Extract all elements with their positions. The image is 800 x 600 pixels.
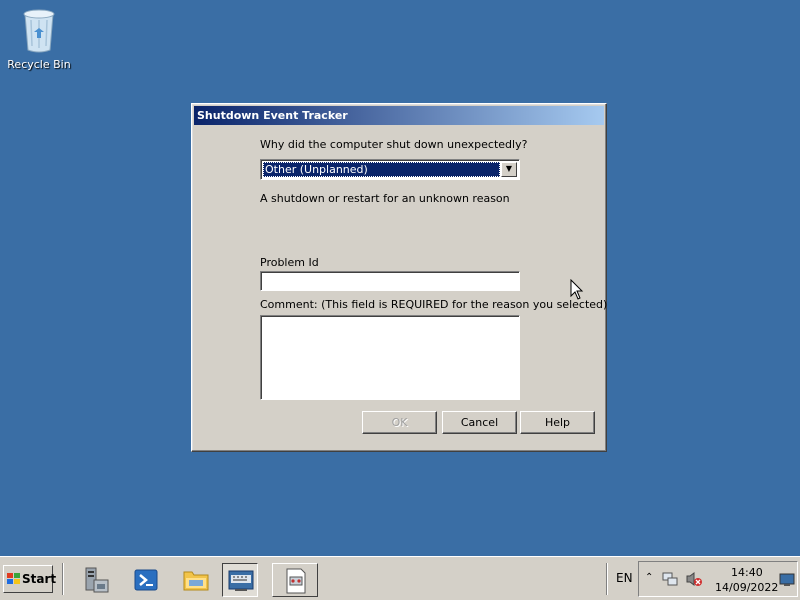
taskbar-separator bbox=[62, 563, 64, 595]
start-label: Start bbox=[22, 572, 57, 586]
comment-textarea[interactable] bbox=[260, 315, 520, 400]
chevron-down-icon[interactable]: ▼ bbox=[501, 162, 517, 177]
keyboard-window-icon[interactable] bbox=[222, 563, 258, 597]
recycle-bin-label: Recycle Bin bbox=[7, 58, 71, 71]
cancel-button[interactable]: Cancel bbox=[442, 411, 517, 434]
system-tray: ⌃ 14:40 14/09/2022 bbox=[638, 561, 798, 597]
problem-id-label: Problem Id bbox=[260, 256, 319, 269]
server-manager-icon[interactable] bbox=[78, 563, 114, 597]
dialog-title[interactable]: Shutdown Event Tracker bbox=[194, 106, 604, 125]
language-indicator[interactable]: EN bbox=[616, 571, 633, 585]
event-tracker-icon[interactable] bbox=[272, 563, 318, 597]
show-desktop-icon[interactable] bbox=[779, 573, 795, 587]
shutdown-event-tracker-dialog: Shutdown Event Tracker Why did the compu… bbox=[191, 103, 607, 452]
problem-id-input[interactable] bbox=[260, 271, 520, 291]
ok-button[interactable]: OK bbox=[362, 411, 437, 434]
reason-selected-value: Other (Unplanned) bbox=[263, 162, 500, 177]
mouse-cursor-icon bbox=[570, 278, 584, 301]
reason-dropdown[interactable]: Other (Unplanned) ▼ bbox=[260, 159, 520, 180]
taskbar: Start EN ⌃ 14:40 14/09/2022 bbox=[0, 556, 800, 600]
comment-label: Comment: (This field is REQUIRED for the… bbox=[260, 298, 608, 311]
start-button[interactable]: Start bbox=[3, 565, 57, 593]
powershell-icon[interactable] bbox=[128, 563, 164, 597]
windows-flag-icon bbox=[7, 573, 20, 584]
reason-description: A shutdown or restart for an unknown rea… bbox=[260, 192, 510, 205]
help-button[interactable]: Help bbox=[520, 411, 595, 434]
recycle-bin-icon bbox=[19, 6, 59, 54]
chevron-up-icon[interactable]: ⌃ bbox=[645, 572, 653, 583]
taskbar-separator-right bbox=[606, 563, 608, 595]
recycle-bin[interactable]: Recycle Bin bbox=[6, 6, 72, 76]
clock-time[interactable]: 14:40 bbox=[731, 566, 763, 579]
question-label: Why did the computer shut down unexpecte… bbox=[260, 138, 528, 151]
explorer-icon[interactable] bbox=[178, 563, 214, 597]
network-icon[interactable] bbox=[661, 570, 679, 588]
clock-date[interactable]: 14/09/2022 bbox=[715, 581, 778, 594]
speaker-muted-icon[interactable] bbox=[685, 570, 703, 588]
